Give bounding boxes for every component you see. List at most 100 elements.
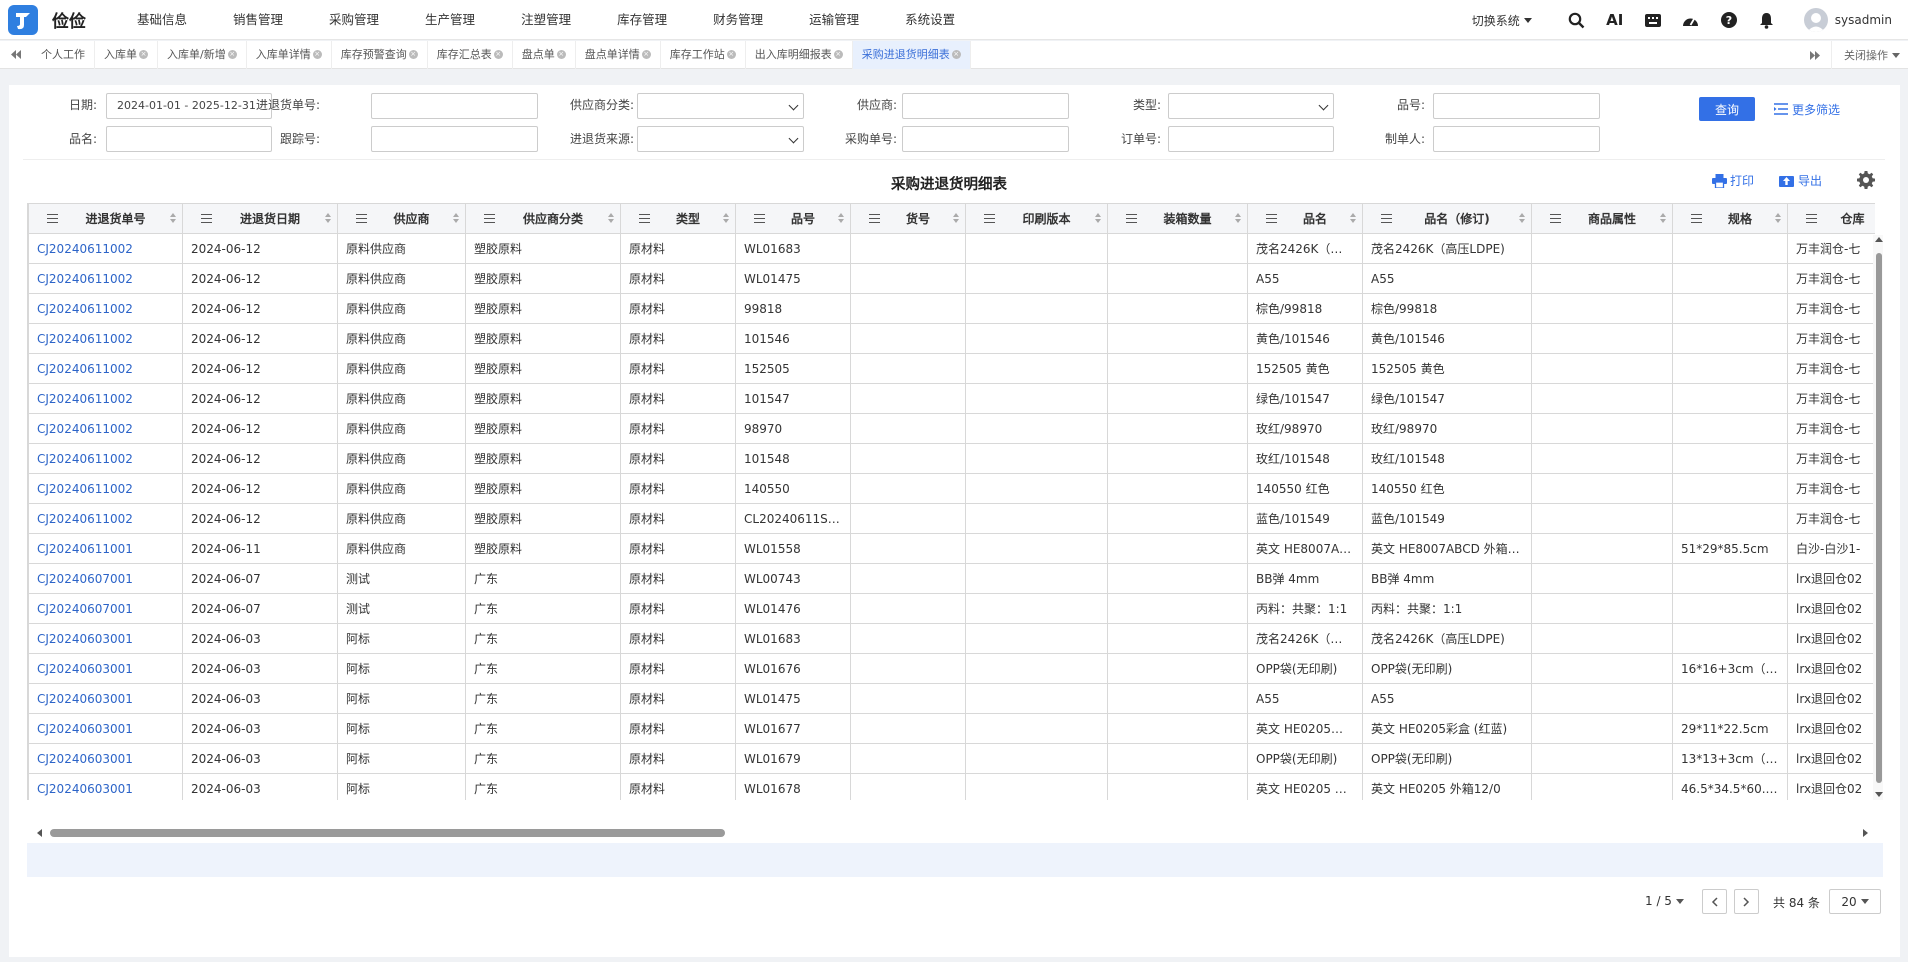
purchase-no-input[interactable] <box>902 126 1069 152</box>
order-no-link[interactable]: CJ20240603001 <box>28 713 183 744</box>
column-menu-icon[interactable] <box>47 214 58 223</box>
page-indicator-dropdown[interactable]: 1 / 5 <box>1645 894 1684 908</box>
column-menu-icon[interactable] <box>356 214 367 223</box>
scroll-down-arrow-icon[interactable] <box>1874 791 1884 799</box>
order-no-input[interactable] <box>1168 126 1334 152</box>
ai-icon[interactable]: AI <box>1605 10 1625 30</box>
horizontal-scrollbar[interactable] <box>27 827 1883 839</box>
table-row[interactable]: CJ20240611002 2024-06-12 原料供应商 塑胶原料 原材料 14055… <box>28 473 1875 504</box>
column-menu-icon[interactable] <box>1691 214 1702 223</box>
table-row[interactable]: CJ20240611002 2024-06-12 原料供应商 塑胶原料 原材料 CL202… <box>28 503 1875 534</box>
column-header[interactable]: 品名 <box>1247 203 1363 234</box>
close-operations-dropdown[interactable]: 关闭操作 <box>1831 41 1908 69</box>
tab-close-icon[interactable]: × <box>556 50 566 59</box>
table-row[interactable]: CJ20240603001 2024-06-03 阿标 广东 原材料 WL01678 英文 … <box>28 773 1875 800</box>
tab-close-icon[interactable]: × <box>493 50 503 59</box>
page-tab[interactable]: 个人工作 <box>32 40 95 69</box>
notification-bell-icon[interactable] <box>1757 10 1777 30</box>
table-row[interactable]: CJ20240611001 2024-06-11 原料供应商 塑胶原料 原材料 WL015… <box>28 533 1875 564</box>
order-no-link[interactable]: CJ20240611002 <box>28 443 183 474</box>
page-tab[interactable]: 采购进退货明细表 × <box>852 40 971 69</box>
supplier-category-select[interactable] <box>637 93 804 119</box>
page-tab[interactable]: 盘点单 × <box>513 40 576 69</box>
vertical-scroll-thumb[interactable] <box>1876 253 1882 783</box>
search-icon[interactable] <box>1567 10 1587 30</box>
table-row[interactable]: CJ20240611002 2024-06-12 原料供应商 塑胶原料 原材料 15250… <box>28 353 1875 384</box>
column-header[interactable]: 进退货单号 <box>28 203 183 234</box>
horizontal-scroll-thumb[interactable] <box>50 829 725 837</box>
menu-item[interactable]: 库存管理 <box>594 0 690 40</box>
export-button[interactable]: 导出 <box>1779 172 1822 189</box>
table-row[interactable]: CJ20240611002 2024-06-12 原料供应商 塑胶原料 原材料 10154… <box>28 323 1875 354</box>
table-row[interactable]: CJ20240603001 2024-06-03 阿标 广东 原材料 WL01683 茂名2… <box>28 623 1875 654</box>
menu-item[interactable]: 基础信息 <box>114 0 210 40</box>
tracking-no-input[interactable] <box>371 126 538 152</box>
order-no-link[interactable]: CJ20240611002 <box>28 323 183 354</box>
sort-icon[interactable] <box>723 213 729 225</box>
print-button[interactable]: 打印 <box>1712 172 1754 189</box>
table-row[interactable]: CJ20240607001 2024-06-07 测试 广东 原材料 WL01476 丙料：… <box>28 593 1875 624</box>
username[interactable]: sysadmin <box>1835 13 1892 27</box>
sort-icon[interactable] <box>170 213 176 225</box>
menu-item[interactable]: 系统设置 <box>882 0 978 40</box>
table-row[interactable]: CJ20240611002 2024-06-12 原料供应商 塑胶原料 原材料 10154… <box>28 383 1875 414</box>
column-menu-icon[interactable] <box>201 214 212 223</box>
table-row[interactable]: CJ20240603001 2024-06-03 阿标 广东 原材料 WL01677 英文 … <box>28 713 1875 744</box>
menu-item[interactable]: 财务管理 <box>690 0 786 40</box>
column-header[interactable]: 规格 <box>1672 203 1788 234</box>
page-tab[interactable]: 库存工作站 × <box>661 40 746 69</box>
column-menu-icon[interactable] <box>639 214 650 223</box>
column-menu-icon[interactable] <box>754 214 765 223</box>
supplier-input[interactable] <box>902 93 1069 119</box>
return-no-input[interactable] <box>371 93 538 119</box>
scroll-up-arrow-icon[interactable] <box>1874 235 1884 243</box>
scroll-left-arrow-icon[interactable] <box>35 828 43 838</box>
column-header[interactable]: 类型 <box>620 203 736 234</box>
sort-icon[interactable] <box>1235 213 1241 225</box>
type-select[interactable] <box>1168 93 1334 119</box>
page-tab[interactable]: 库存汇总表 × <box>428 40 513 69</box>
help-icon[interactable]: ? <box>1719 10 1739 30</box>
sort-icon[interactable] <box>1095 213 1101 225</box>
item-name-input[interactable] <box>106 126 272 152</box>
date-range-input[interactable]: 2024-01-01 - 2025-12-31 <box>106 93 272 119</box>
column-header[interactable]: 印刷版本 <box>965 203 1108 234</box>
column-header[interactable]: 品名（修订) <box>1362 203 1532 234</box>
column-header[interactable]: 仓库 <box>1787 203 1875 234</box>
order-no-link[interactable]: CJ20240603001 <box>28 743 183 774</box>
column-header[interactable]: 供应商 <box>337 203 466 234</box>
menu-item[interactable]: 生产管理 <box>402 0 498 40</box>
sort-icon[interactable] <box>1775 213 1781 225</box>
tab-close-icon[interactable]: × <box>312 50 322 59</box>
page-tab[interactable]: 入库单/新增 × <box>158 40 247 69</box>
column-menu-icon[interactable] <box>1381 214 1392 223</box>
order-no-link[interactable]: CJ20240603001 <box>28 653 183 684</box>
order-no-link[interactable]: CJ20240611002 <box>28 473 183 504</box>
tab-close-icon[interactable]: × <box>833 50 843 59</box>
table-row[interactable]: CJ20240611002 2024-06-12 原料供应商 塑胶原料 原材料 WL014… <box>28 263 1875 294</box>
column-header[interactable]: 进退货日期 <box>182 203 338 234</box>
sort-icon[interactable] <box>608 213 614 225</box>
sort-icon[interactable] <box>1350 213 1356 225</box>
table-row[interactable]: CJ20240611002 2024-06-12 原料供应商 塑胶原料 原材料 99818… <box>28 293 1875 324</box>
keyboard-icon[interactable] <box>1643 10 1663 30</box>
tab-scroll-left-icon[interactable] <box>0 41 32 69</box>
tab-close-icon[interactable]: × <box>227 50 237 59</box>
page-tab[interactable]: 库存预警查询 × <box>332 40 428 69</box>
column-header[interactable]: 品号 <box>735 203 851 234</box>
column-menu-icon[interactable] <box>484 214 495 223</box>
settings-gear-icon[interactable] <box>1857 171 1875 189</box>
more-filter-button[interactable]: 更多筛选 <box>1773 97 1840 121</box>
page-tab[interactable]: 入库单 × <box>95 40 158 69</box>
menu-item[interactable]: 注塑管理 <box>498 0 594 40</box>
order-no-link[interactable]: CJ20240611002 <box>28 233 183 264</box>
menu-item[interactable]: 运输管理 <box>786 0 882 40</box>
menu-item[interactable]: 销售管理 <box>210 0 306 40</box>
order-no-link[interactable]: CJ20240611002 <box>28 293 183 324</box>
order-no-link[interactable]: CJ20240603001 <box>28 773 183 800</box>
order-no-link[interactable]: CJ20240611002 <box>28 263 183 294</box>
order-no-link[interactable]: CJ20240607001 <box>28 563 183 594</box>
dashboard-icon[interactable] <box>1681 10 1701 30</box>
tab-close-icon[interactable]: × <box>641 50 651 59</box>
tab-close-icon[interactable]: × <box>408 50 418 59</box>
